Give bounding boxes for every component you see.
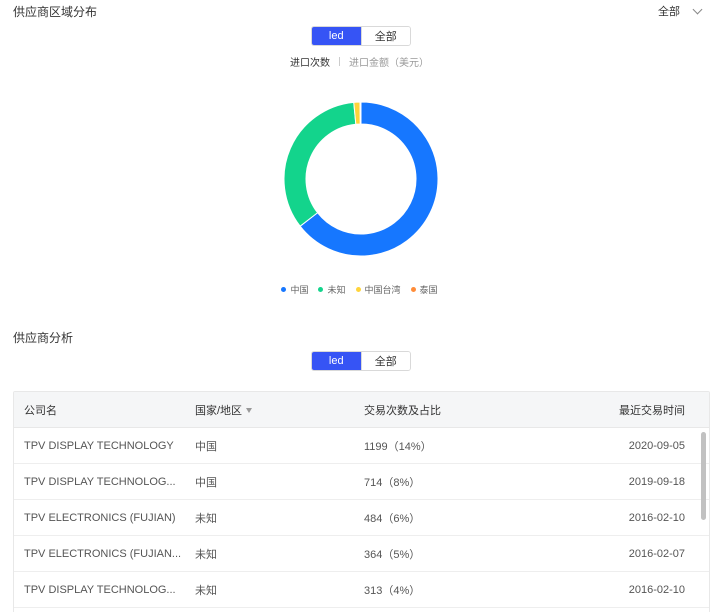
supplier-table: 公司名 国家/地区 交易次数及占比 最近交易时间 TPV DISPLAY TEC… xyxy=(13,391,710,612)
legend-dot-icon xyxy=(318,287,324,292)
legend-item[interactable]: 中国台湾 xyxy=(355,283,401,296)
table-scrollbar[interactable] xyxy=(701,432,706,520)
donut-slice-1[interactable] xyxy=(283,101,357,227)
cell-company: TPV DISPLAY TECHNOLOGY xyxy=(24,439,174,452)
cell-date: 2016-02-10 xyxy=(628,583,685,596)
scope-dropdown[interactable]: 全部 xyxy=(658,3,703,19)
metric-tabs: 进口次数 进口金额（美元） xyxy=(0,54,719,69)
cell-count: 364（5%） xyxy=(364,548,421,561)
legend-label: 中国 xyxy=(290,285,309,295)
column-header-count: 交易次数及占比 xyxy=(364,404,441,417)
column-header-region[interactable]: 国家/地区 xyxy=(185,402,354,418)
table-row[interactable]: TPV ELECTRONICS (FUJIAN... 未知 364（5%） 2016-… xyxy=(14,536,709,572)
table-row[interactable]: TPV ELECTRONICS (FUJIAN) 未知 484（6%） 2016-02… xyxy=(14,500,709,536)
legend-label: 中国台湾 xyxy=(364,285,401,295)
cell-region: 未知 xyxy=(195,512,217,525)
column-header-region-label: 国家/地区 xyxy=(195,404,243,417)
table-row[interactable]: TPV DISPLAY TECHNOLOG... 中国 714（8%） 2019-09… xyxy=(14,464,709,500)
cell-company: TPV DISPLAY TECHNOLOG... xyxy=(24,475,176,488)
cell-count: 313（4%） xyxy=(364,584,421,597)
cell-region: 未知 xyxy=(195,584,217,597)
cell-date: 2016-02-07 xyxy=(628,547,685,560)
region-section-title: 供应商区域分布 xyxy=(13,5,98,19)
table-row[interactable]: TPV DISPLAY TECHNOLOG... 未知 313（4%） 2016-02… xyxy=(14,572,709,608)
legend-item[interactable]: 泰国 xyxy=(410,283,438,296)
cell-region: 中国 xyxy=(195,476,217,489)
legend-dot-icon xyxy=(355,287,361,292)
column-header-company: 公司名 xyxy=(24,404,57,417)
supplier-segment-all[interactable]: 全部 xyxy=(360,352,410,370)
filter-icon[interactable] xyxy=(246,408,253,414)
tab-import-amount[interactable]: 进口金额（美元） xyxy=(349,54,429,69)
chart-legend: 中国 未知 中国台湾 泰国 xyxy=(0,283,719,296)
column-header-date: 最近交易时间 xyxy=(619,404,685,417)
table-header: 公司名 国家/地区 交易次数及占比 最近交易时间 xyxy=(14,392,709,428)
cell-count: 1199（14%） xyxy=(364,440,432,453)
legend-dot-icon xyxy=(410,287,416,292)
supplier-segment-led[interactable]: led xyxy=(312,352,361,370)
legend-dot-icon xyxy=(281,287,287,292)
cell-date: 2019-09-18 xyxy=(628,475,685,488)
region-segment-led[interactable]: led xyxy=(312,27,361,45)
scope-dropdown-label: 全部 xyxy=(658,6,680,18)
donut-slice-3[interactable] xyxy=(359,101,362,125)
cell-company: TPV DISPLAY TECHNOLOG... xyxy=(24,583,176,596)
chevron-down-icon xyxy=(692,4,703,14)
cell-region: 中国 xyxy=(195,440,217,453)
tab-divider xyxy=(339,57,340,66)
cell-date: 2016-02-10 xyxy=(628,511,685,524)
cell-company: TPV ELECTRONICS (FUJIAN... xyxy=(24,547,182,560)
cell-count: 484（6%） xyxy=(364,512,421,525)
legend-label: 泰国 xyxy=(419,285,438,295)
cell-count: 714（8%） xyxy=(364,476,421,489)
cell-company: TPV ELECTRONICS (FUJIAN) xyxy=(24,511,176,524)
tab-import-count[interactable]: 进口次数 xyxy=(290,54,330,69)
region-segment-control: led 全部 xyxy=(311,26,411,46)
region-donut-chart xyxy=(283,101,439,257)
table-row[interactable]: TPV DISPLAY TECHNOLOGY 中国 1199（14%） 2020-09… xyxy=(14,428,709,464)
legend-label: 未知 xyxy=(327,285,346,295)
legend-item[interactable]: 未知 xyxy=(318,283,346,296)
cell-region: 未知 xyxy=(195,548,217,561)
cell-date: 2020-09-05 xyxy=(628,439,685,452)
legend-item[interactable]: 中国 xyxy=(281,283,308,296)
supplier-segment-control: led 全部 xyxy=(311,351,411,371)
table-body: TPV DISPLAY TECHNOLOGY 中国 1199（14%） 2020-09… xyxy=(14,428,709,608)
supplier-section-title: 供应商分析 xyxy=(13,331,74,345)
region-segment-all[interactable]: 全部 xyxy=(360,27,410,45)
